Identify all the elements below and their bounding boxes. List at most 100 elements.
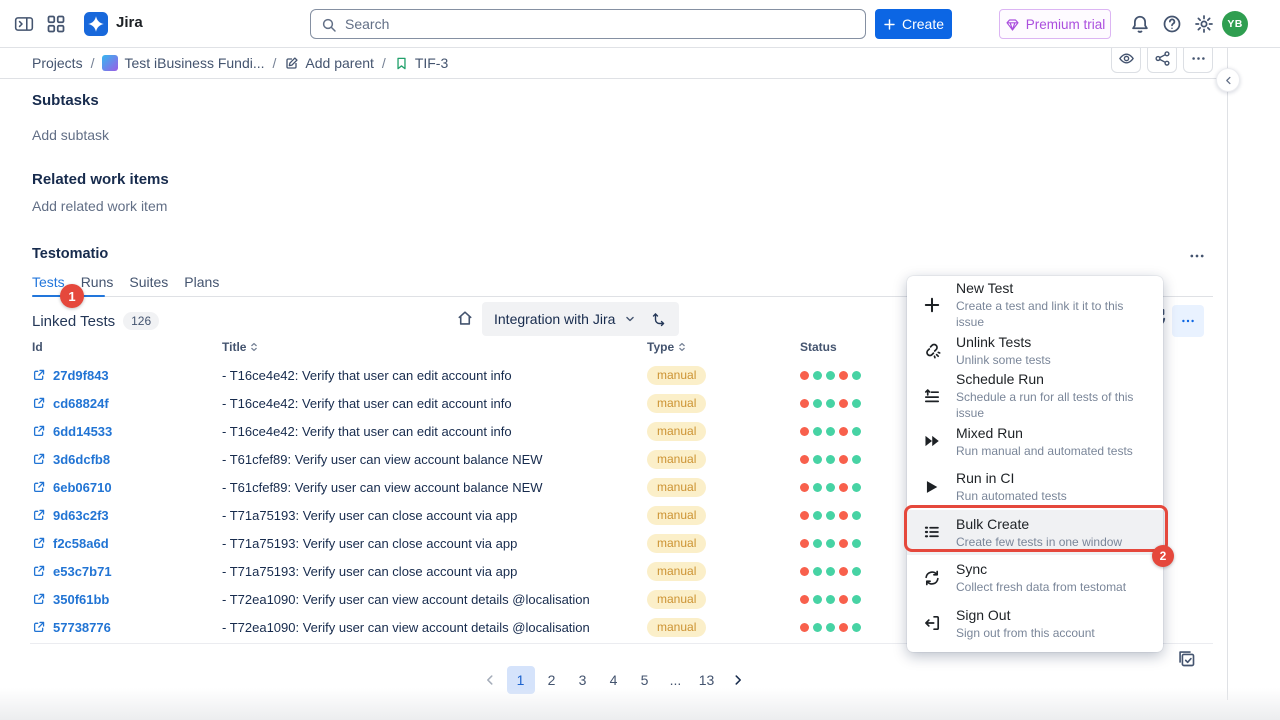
select-all-icon[interactable] — [1176, 648, 1197, 669]
column-header-id[interactable]: Id — [32, 340, 43, 354]
user-avatar[interactable]: YB — [1222, 11, 1248, 37]
test-title: - T61cfef89: Verify user can view accoun… — [222, 473, 543, 501]
subtasks-title: Subtasks — [32, 92, 99, 109]
jira-logo-icon[interactable] — [84, 12, 108, 36]
global-search[interactable] — [310, 9, 866, 39]
menu-item-title: Mixed Run — [956, 424, 1133, 443]
external-link-icon — [32, 424, 46, 438]
unlink-icon — [923, 341, 941, 359]
menu-item-sync[interactable]: SyncCollect fresh data from testomat — [907, 555, 1163, 601]
premium-trial-label: Premium trial — [1026, 17, 1106, 32]
menu-item-title: Sign Out — [956, 606, 1095, 625]
menu-item-subtitle: Collect fresh data from testomat — [956, 579, 1126, 595]
breadcrumb-projects[interactable]: Projects — [32, 55, 83, 71]
menu-item-mixed-run[interactable]: Mixed RunRun manual and automated tests — [907, 419, 1163, 465]
test-id-link[interactable]: f2c58a6d — [32, 529, 109, 557]
test-id-link[interactable]: 3d6dcfb8 — [32, 445, 110, 473]
test-title: - T61cfef89: Verify user can view accoun… — [222, 445, 543, 473]
test-status-dots — [800, 473, 861, 501]
menu-item-run-in-ci[interactable]: Run in CIRun automated tests — [907, 464, 1163, 510]
test-id-link[interactable]: cd68824f — [32, 389, 109, 417]
status-dot-green — [826, 399, 835, 408]
status-dot-green — [852, 539, 861, 548]
top-navigation-bar: Jira Create Premium trial YB — [0, 0, 1280, 48]
breadcrumb-separator: / — [382, 55, 386, 71]
status-dot-green — [826, 539, 835, 548]
menu-item-schedule-run[interactable]: Schedule RunSchedule a run for all tests… — [907, 373, 1163, 419]
tests-more-actions-button[interactable] — [1172, 305, 1204, 337]
test-id-link[interactable]: 350f61bb — [32, 585, 109, 613]
external-link-icon — [32, 452, 46, 466]
test-type-badge: manual — [647, 534, 706, 553]
bulk-list-icon — [923, 523, 941, 541]
test-title: - T72ea1090: Verify user can view accoun… — [222, 585, 590, 613]
test-title: - T71a75193: Verify user can close accou… — [222, 501, 517, 529]
external-link-icon — [32, 592, 46, 606]
status-dot-green — [826, 455, 835, 464]
search-icon — [321, 17, 337, 33]
add-parent-label: Add parent — [305, 55, 374, 71]
add-parent-button[interactable]: Add parent — [284, 55, 374, 71]
help-icon[interactable] — [1162, 14, 1182, 34]
breadcrumb-project[interactable]: Test iBusiness Fundi... — [102, 55, 264, 71]
menu-item-subtitle: Unlink some tests — [956, 352, 1051, 368]
app-switcher-icon[interactable] — [46, 14, 66, 34]
linked-tests-label: Linked Tests — [32, 313, 115, 330]
test-id-link[interactable]: 9d63c2f3 — [32, 501, 109, 529]
chevron-left-icon — [1223, 75, 1234, 86]
right-panel-divider — [1227, 48, 1228, 700]
test-id-label: 27d9f843 — [53, 368, 109, 383]
menu-item-new-test[interactable]: New TestCreate a test and link it it to … — [907, 282, 1163, 328]
menu-item-bulk-create[interactable]: Bulk CreateCreate few tests in one windo… — [907, 510, 1163, 556]
header-divider — [0, 78, 1227, 79]
create-button[interactable]: Create — [875, 9, 952, 39]
column-header-type[interactable]: Type — [647, 340, 687, 354]
app-name: Jira — [116, 14, 143, 31]
status-dot-green — [813, 595, 822, 604]
status-dot-green — [852, 455, 861, 464]
panel-more-icon[interactable] — [1188, 247, 1206, 265]
test-type-badge: manual — [647, 506, 706, 525]
suite-filter-dropdown[interactable]: Integration with Jira — [482, 302, 679, 336]
test-id-link[interactable]: 27d9f843 — [32, 361, 109, 389]
add-subtask-button[interactable]: Add subtask — [32, 127, 109, 143]
status-dot-green — [813, 399, 822, 408]
menu-item-subtitle: Run automated tests — [956, 488, 1067, 504]
test-id-link[interactable]: 6eb06710 — [32, 473, 112, 501]
test-id-label: cd68824f — [53, 396, 109, 411]
menu-item-sign-out[interactable]: Sign OutSign out from this account — [907, 601, 1163, 647]
external-link-icon — [32, 620, 46, 634]
sidebar-toggle-icon[interactable] — [14, 14, 34, 34]
home-icon[interactable] — [456, 309, 474, 327]
menu-item-title: New Test — [956, 279, 1149, 298]
create-button-label: Create — [902, 16, 944, 32]
collapse-panel-button[interactable] — [1216, 68, 1240, 92]
external-link-icon — [32, 508, 46, 522]
status-dot-green — [852, 371, 861, 380]
tab-suites[interactable]: Suites — [129, 274, 168, 298]
column-header-title[interactable]: Title — [222, 340, 259, 354]
share-icon — [1154, 50, 1171, 67]
test-id-link[interactable]: e53c7b71 — [32, 557, 112, 585]
test-title: - T16ce4e42: Verify that user can edit a… — [222, 389, 512, 417]
menu-item-title: Bulk Create — [956, 515, 1122, 534]
menu-item-title: Sync — [956, 560, 1126, 579]
menu-item-unlink-tests[interactable]: Unlink TestsUnlink some tests — [907, 328, 1163, 374]
test-status-dots — [800, 417, 861, 445]
menu-item-title: Unlink Tests — [956, 333, 1051, 352]
status-dot-red — [839, 399, 848, 408]
plus-icon — [883, 18, 896, 31]
add-related-work-item-button[interactable]: Add related work item — [32, 198, 167, 214]
search-input[interactable] — [345, 10, 855, 38]
status-dot-green — [826, 511, 835, 520]
notifications-bell-icon[interactable] — [1130, 14, 1150, 34]
premium-trial-button[interactable]: Premium trial — [999, 9, 1111, 39]
status-dot-red — [800, 567, 809, 576]
status-dot-red — [839, 623, 848, 632]
test-id-link[interactable]: 6dd14533 — [32, 417, 112, 445]
test-id-link[interactable]: 57738776 — [32, 613, 111, 641]
settings-gear-icon[interactable] — [1194, 14, 1214, 34]
breadcrumb-issue-key[interactable]: TIF-3 — [394, 55, 448, 71]
sort-icon — [249, 342, 259, 352]
tab-plans[interactable]: Plans — [184, 274, 219, 298]
